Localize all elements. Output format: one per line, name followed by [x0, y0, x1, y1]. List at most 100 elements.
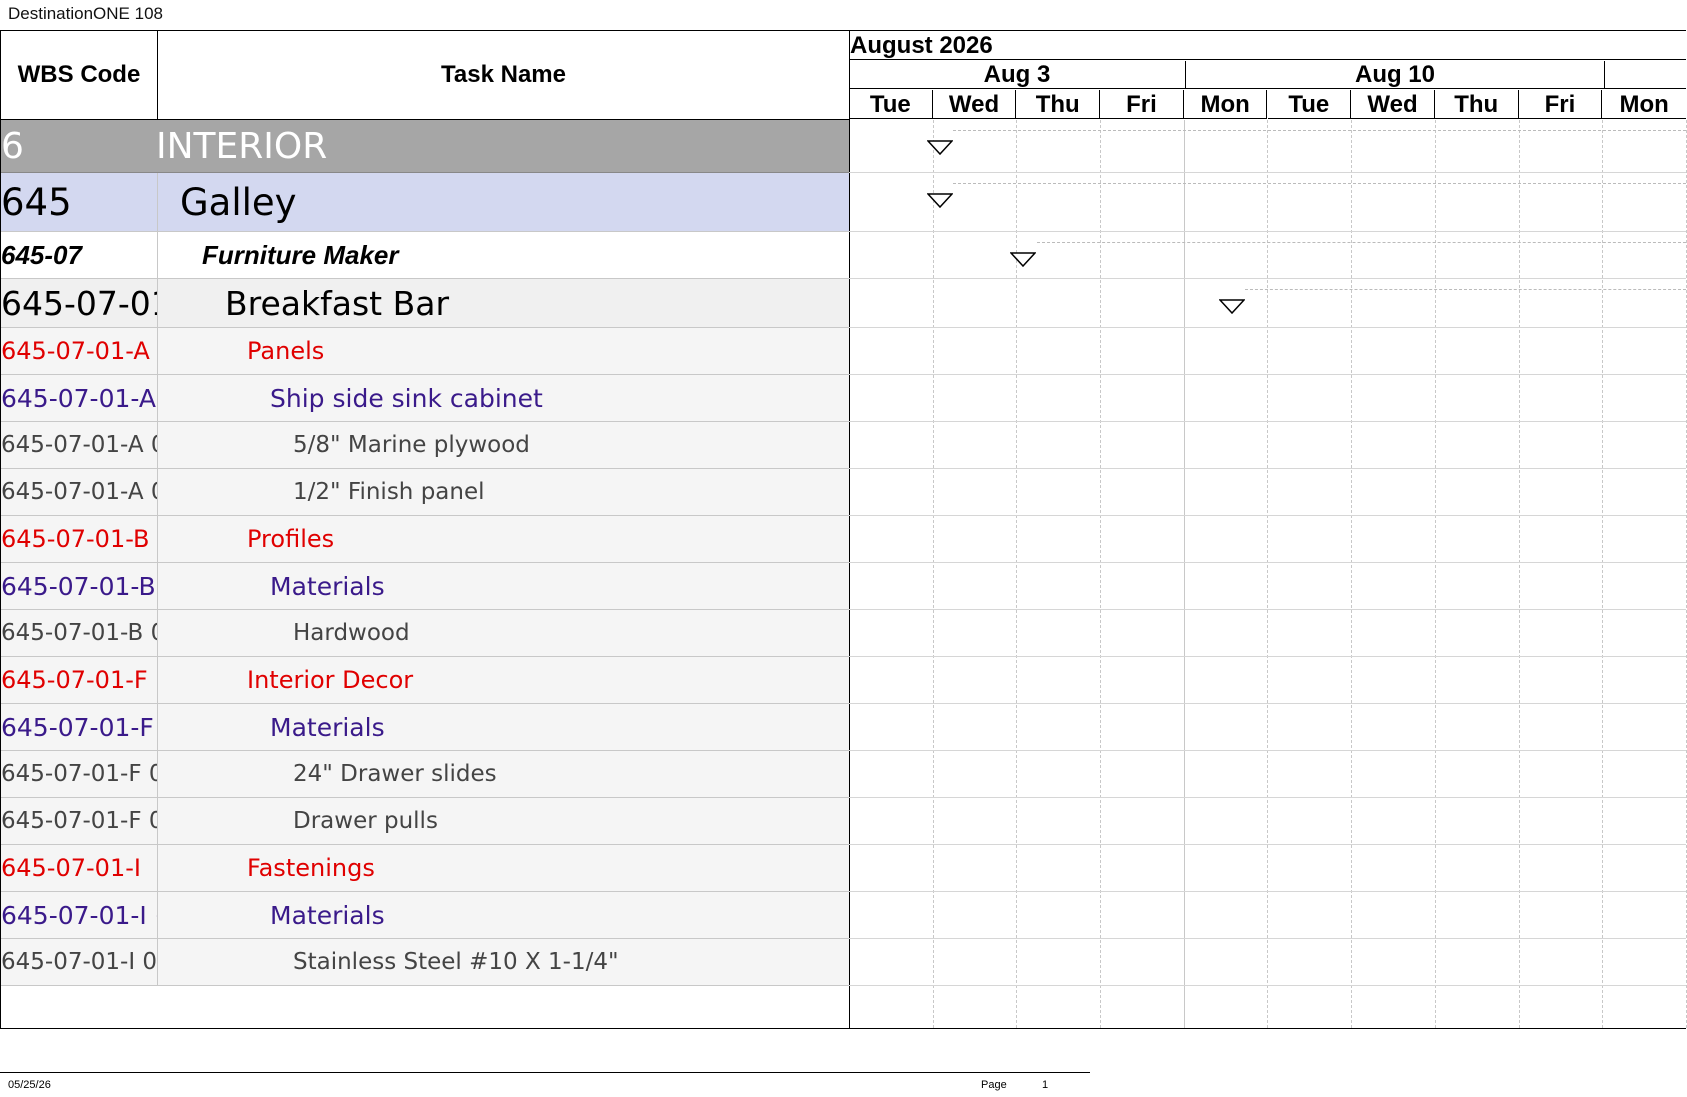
- task-row[interactable]: 645-07-01-F 0 24" Drawer slides: [1, 751, 849, 798]
- timeline-row-line: [849, 562, 1686, 563]
- timeline-day: Mon: [1183, 90, 1268, 119]
- task-row[interactable]: 645-07-01-A 0 5/8" Marine plywood: [1, 422, 849, 469]
- task-name-column-header[interactable]: Task Name: [158, 31, 849, 120]
- timeline-row-line: [849, 421, 1686, 422]
- timeline-day: Thu: [1016, 90, 1101, 119]
- task-row[interactable]: 645-07-01-A Ship side sink cabinet: [1, 375, 849, 422]
- summary-marker-icon[interactable]: [927, 193, 953, 209]
- timeline-row-line: [849, 172, 1686, 173]
- wbs-code-cell: 645-07-01-F 0: [1, 798, 158, 844]
- wbs-code-cell: 645-07-01-I 01: [1, 939, 158, 985]
- task-row[interactable]: 645-07-01-B 0 Hardwood: [1, 610, 849, 657]
- task-row[interactable]: 645-07-01-A Panels: [1, 328, 849, 375]
- timeline-row-line: [849, 703, 1686, 704]
- wbs-code-cell: 645-07-01-A: [1, 375, 158, 421]
- task-row[interactable]: 645-07-01-A 0 1/2" Finish panel: [1, 469, 849, 516]
- timeline-day: Tue: [849, 90, 933, 119]
- summary-marker-icon[interactable]: [1010, 252, 1036, 268]
- wbs-code-cell: 645-07-01: [1, 279, 158, 327]
- task-name-cell: Galley: [180, 180, 297, 224]
- timeline-row-line: [849, 844, 1686, 845]
- timeline-day: Mon: [1602, 90, 1686, 119]
- timeline-row-line: [849, 656, 1686, 657]
- schedule-frame: WBS Code Task Name 6 INTERIOR 645 Galley 645…: [0, 30, 1687, 1029]
- timeline-row-line: [849, 468, 1686, 469]
- summary-extent-line: [953, 183, 1686, 184]
- task-row[interactable]: 645-07-01-I 01 Stainless Steel #10 X 1-1/…: [1, 939, 849, 986]
- task-name-cell: Materials: [270, 571, 385, 601]
- task-name-cell: Ship side sink cabinet: [270, 383, 543, 413]
- timeline-day: Wed: [1351, 90, 1435, 119]
- summary-extent-line: [1245, 289, 1686, 290]
- timeline-row-line: [849, 327, 1686, 328]
- timeline-day: Wed: [932, 90, 1017, 119]
- timeline-row-line: [849, 985, 1686, 986]
- task-name-cell: Profiles: [247, 525, 335, 553]
- wbs-code-cell: 645-07-01-B: [1, 516, 158, 562]
- footer-divider: [0, 1072, 1090, 1073]
- wbs-code-cell: 645-07-01-F: [1, 704, 158, 750]
- task-name-cell: Drawer pulls: [293, 808, 438, 834]
- timeline-week-aug-3: Aug 3: [849, 61, 1186, 89]
- wbs-code-cell: 645: [1, 173, 158, 231]
- task-name-cell: Interior Decor: [247, 666, 414, 694]
- timeline-row-line: [849, 231, 1686, 232]
- wbs-code-cell: 645-07-01-B 0: [1, 610, 158, 656]
- task-table: WBS Code Task Name 6 INTERIOR 645 Galley 645…: [0, 31, 850, 1028]
- task-name-cell: Materials: [270, 900, 385, 930]
- footer-page-number: 1: [1042, 1079, 1049, 1091]
- wbs-code-column-header[interactable]: WBS Code: [1, 31, 158, 120]
- wbs-code-cell: 645-07-01-F 0: [1, 751, 158, 797]
- task-name-cell: 1/2" Finish panel: [293, 479, 485, 505]
- task-name-cell: 5/8" Marine plywood: [293, 432, 530, 458]
- task-row[interactable]: 645-07-01-B Materials: [1, 563, 849, 610]
- timeline-day: Fri: [1518, 90, 1603, 119]
- footer-date: 05/25/26: [8, 1079, 51, 1091]
- summary-marker-icon[interactable]: [927, 140, 953, 156]
- task-name-cell: Breakfast Bar: [225, 283, 450, 323]
- task-row[interactable]: 645-07-01 Breakfast Bar: [1, 279, 849, 328]
- task-row[interactable]: 645-07-01-I Fastenings: [1, 845, 849, 892]
- summary-marker-icon[interactable]: [1219, 299, 1245, 315]
- wbs-code-cell: 6: [1, 125, 24, 167]
- timeline-day: Tue: [1267, 90, 1352, 119]
- timeline-row-line: [849, 891, 1686, 892]
- task-row[interactable]: 645-07-01-F Interior Decor: [1, 657, 849, 704]
- wbs-code-cell: 645-07-01-A: [1, 328, 158, 374]
- timeline-row-line: [849, 374, 1686, 375]
- wbs-code-cell: 645-07-01-B: [1, 563, 158, 609]
- task-rows: 6 INTERIOR 645 Galley 645-07 Furniture Maker 6…: [1, 120, 849, 986]
- task-name-cell: Materials: [270, 712, 385, 742]
- summary-extent-line: [953, 130, 1686, 131]
- task-name-cell: Panels: [247, 337, 325, 365]
- timeline-row-line: [849, 609, 1686, 610]
- timeline-week-next: [1605, 61, 1686, 89]
- task-name-cell: INTERIOR: [156, 125, 328, 167]
- task-row[interactable]: 645-07-01-B Profiles: [1, 516, 849, 563]
- document-title: DestinationONE 108: [8, 4, 163, 23]
- wbs-code-cell: 645-07-01-A 0: [1, 469, 158, 515]
- task-row[interactable]: 645-07-01-F 0 Drawer pulls: [1, 798, 849, 845]
- wbs-code-cell: 645-07-01-F: [1, 657, 158, 703]
- task-name-cell: 24" Drawer slides: [293, 761, 497, 787]
- timeline-row-line: [849, 938, 1686, 939]
- timeline-row-line: [849, 278, 1686, 279]
- timeline-day: Thu: [1434, 90, 1519, 119]
- wbs-code-cell: 645-07: [1, 232, 158, 278]
- task-row[interactable]: 645-07-01-I ( Materials: [1, 892, 849, 939]
- task-name-cell: Hardwood: [293, 620, 410, 646]
- task-row[interactable]: 645-07-01-F Materials: [1, 704, 849, 751]
- task-name-cell: Fastenings: [247, 854, 375, 882]
- wbs-code-cell: 645-07-01-I: [1, 845, 158, 891]
- task-name-cell: Stainless Steel #10 X 1-1/4": [293, 949, 619, 975]
- footer-page-label: Page: [981, 1079, 1007, 1091]
- summary-extent-line: [1037, 242, 1686, 243]
- timeline-row-line: [849, 797, 1686, 798]
- wbs-code-cell: 645-07-01-I (: [1, 892, 158, 938]
- task-row[interactable]: 6 INTERIOR: [1, 120, 849, 173]
- task-name-cell: Furniture Maker: [202, 239, 399, 270]
- timeline-row-line: [849, 515, 1686, 516]
- task-row[interactable]: 645 Galley: [1, 173, 849, 232]
- timeline-week-aug-10: Aug 10: [1186, 61, 1605, 89]
- task-row[interactable]: 645-07 Furniture Maker: [1, 232, 849, 279]
